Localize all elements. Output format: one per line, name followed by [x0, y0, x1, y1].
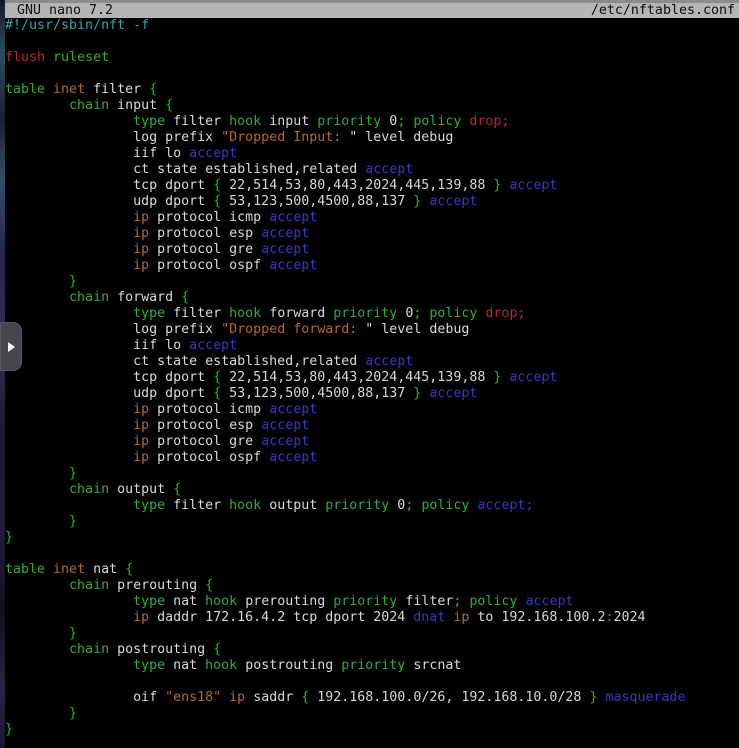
code-line: } — [5, 530, 739, 546]
code-line — [5, 66, 739, 82]
code-line: ip protocol gre accept — [5, 434, 739, 450]
file-path: /etc/nftables.conf — [591, 3, 735, 18]
code-line: log prefix "Dropped forward: " level deb… — [5, 322, 739, 338]
code-line: chain prerouting { — [5, 578, 739, 594]
code-line: flush ruleset — [5, 50, 739, 66]
code-line: ct state established,related accept — [5, 162, 739, 178]
code-line: ip protocol ospf accept — [5, 450, 739, 466]
code-line: chain output { — [5, 482, 739, 498]
expand-arrow-icon — [8, 342, 15, 352]
code-line: ip protocol esp accept — [5, 418, 739, 434]
nano-titlebar: GNU nano 7.2 /etc/nftables.conf — [5, 0, 739, 18]
sidebar-expand-handle[interactable] — [0, 322, 22, 371]
code-line — [5, 674, 739, 690]
code-line: } — [5, 706, 739, 722]
code-line: log prefix "Dropped Input: " level debug — [5, 130, 739, 146]
code-line: table inet filter { — [5, 82, 739, 98]
code-line: chain input { — [5, 98, 739, 114]
code-line: type nat hook postrouting priority srcna… — [5, 658, 739, 674]
code-line: udp dport { 53,123,500,4500,88,137 } acc… — [5, 386, 739, 402]
code-line: } — [5, 274, 739, 290]
code-line: ip protocol icmp accept — [5, 210, 739, 226]
code-line: #!/usr/sbin/nft -f — [5, 18, 739, 34]
code-line: ct state established,related accept — [5, 354, 739, 370]
app-title: GNU nano 7.2 — [17, 3, 113, 18]
code-line: } — [5, 466, 739, 482]
code-line: ip protocol esp accept — [5, 226, 739, 242]
code-line: type filter hook output priority 0; poli… — [5, 498, 739, 514]
code-line: chain forward { — [5, 290, 739, 306]
code-line: ip protocol icmp accept — [5, 402, 739, 418]
code-line: oif "ens18" ip saddr { 192.168.100.0/26,… — [5, 690, 739, 706]
code-line: table inet nat { — [5, 562, 739, 578]
code-line: ip daddr 172.16.4.2 tcp dport 2024 dnat … — [5, 610, 739, 626]
code-line: } — [5, 514, 739, 530]
code-line: } — [5, 722, 739, 738]
code-line — [5, 546, 739, 562]
code-line: udp dport { 53,123,500,4500,88,137 } acc… — [5, 194, 739, 210]
code-line: iif lo accept — [5, 146, 739, 162]
code-line: chain postrouting { — [5, 642, 739, 658]
code-line: } — [5, 626, 739, 642]
code-line: type filter hook forward priority 0; pol… — [5, 306, 739, 322]
terminal-screen: GNU nano 7.2 /etc/nftables.conf #!/usr/s… — [0, 0, 739, 748]
code-line: iif lo accept — [5, 338, 739, 354]
code-line — [5, 34, 739, 50]
code-line: ip protocol gre accept — [5, 242, 739, 258]
code-line: type filter hook input priority 0; polic… — [5, 114, 739, 130]
code-line: tcp dport { 22,514,53,80,443,2024,445,13… — [5, 178, 739, 194]
code-line: type nat hook prerouting priority filter… — [5, 594, 739, 610]
code-area[interactable]: #!/usr/sbin/nft -f flush ruleset table ine… — [5, 18, 739, 748]
code-line: tcp dport { 22,514,53,80,443,2024,445,13… — [5, 370, 739, 386]
code-line: ip protocol ospf accept — [5, 258, 739, 274]
